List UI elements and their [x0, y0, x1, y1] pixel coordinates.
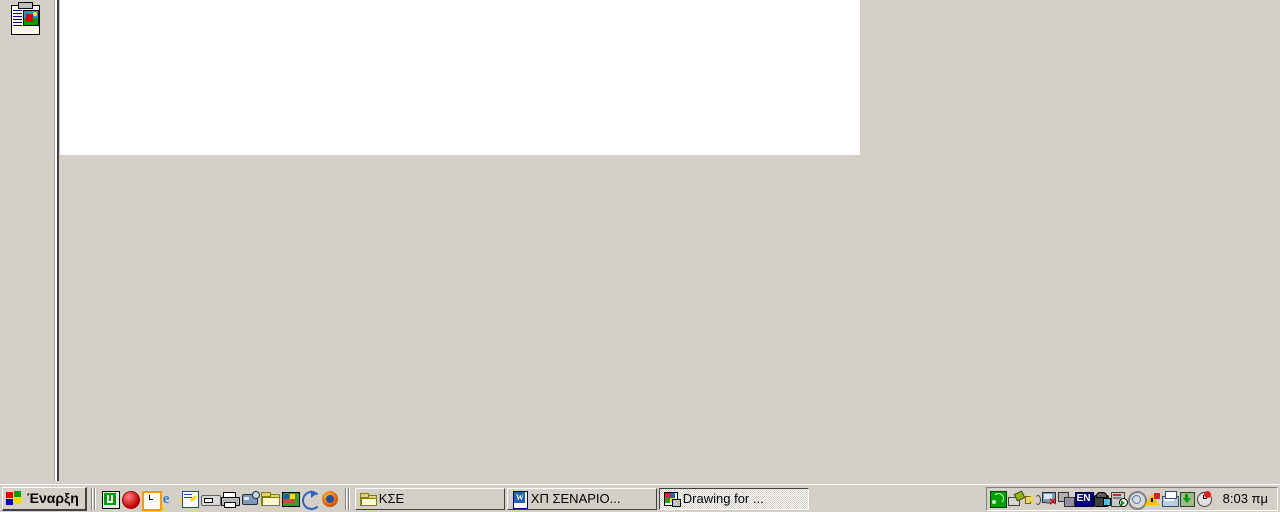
word-document-icon: W — [512, 490, 528, 509]
task-button-folder[interactable]: ΚΣΕ — [354, 487, 505, 510]
tray-volume-speaker-icon[interactable] — [1024, 491, 1041, 507]
taskbar: Έναρξη e ΚΣΕ W ΧΠ ΣΕΝΑΡΙΟ... Drawing for… — [0, 484, 1280, 512]
task-button-word[interactable]: W ΧΠ ΣΕΝΑΡΙΟ... — [506, 487, 657, 510]
desktop-icon-clipboard[interactable] — [10, 2, 44, 36]
clipboard-image-icon — [10, 2, 40, 35]
tray-network-cable-icon[interactable] — [1007, 489, 1025, 507]
tray-download-arrow-icon[interactable] — [1179, 491, 1195, 507]
tray-fax-modem-icon[interactable] — [1093, 491, 1111, 507]
quick-launch-paint-desktop-icon[interactable] — [281, 490, 300, 508]
quick-launch-internet-explorer-icon[interactable]: e — [159, 490, 184, 511]
quick-launch-clock-icon[interactable] — [141, 490, 162, 511]
tray-network-connection-icon[interactable] — [1057, 491, 1075, 507]
quick-launch-network-drive-icon[interactable] — [241, 490, 260, 508]
quick-launch-sync-refresh-icon[interactable] — [301, 489, 321, 510]
quick-launch-notepad-edit-icon[interactable] — [181, 490, 199, 508]
quick-launch-red-sphere-icon[interactable] — [121, 490, 140, 509]
start-button-label: Έναρξη — [27, 490, 79, 506]
screen: Έναρξη e ΚΣΕ W ΧΠ ΣΕΝΑΡΙΟ... Drawing for… — [0, 0, 1280, 512]
quick-launch-firefox-icon[interactable] — [321, 490, 339, 508]
tray-monitor-disconnected-icon[interactable]: ✕ — [1041, 491, 1057, 507]
taskbar-clock[interactable]: 8:03 πμ — [1213, 491, 1274, 506]
task-button-list: ΚΣΕ W ΧΠ ΣΕΝΑΡΙΟ... Drawing for ... — [354, 487, 809, 511]
windows-flag-icon — [6, 490, 23, 506]
start-button[interactable]: Έναρξη — [2, 486, 87, 511]
tray-scanner-icon[interactable] — [1161, 490, 1179, 507]
tray-antivirus-shield-icon[interactable] — [1127, 490, 1147, 510]
quick-launch-mu-editor-icon[interactable] — [101, 490, 120, 509]
task-button-word-label: ΧΠ ΣΕΝΑΡΙΟ... — [530, 491, 621, 506]
quick-launch-printer-icon[interactable] — [220, 490, 240, 508]
quick-launch-toolbar: e — [99, 487, 341, 511]
quick-launch-floppy-media-icon[interactable] — [200, 490, 221, 508]
document-canvas[interactable] — [60, 0, 860, 155]
task-buttons-grip[interactable] — [344, 487, 350, 510]
quick-launch-open-folder-icon[interactable] — [260, 490, 280, 508]
tray-media-player-icon[interactable] — [1110, 491, 1128, 507]
drawing-app-icon — [663, 491, 681, 507]
tray-warning-triangle-icon[interactable] — [1144, 491, 1161, 507]
task-button-drawing[interactable]: Drawing for ... — [658, 487, 809, 510]
task-button-folder-label: ΚΣΕ — [378, 491, 405, 506]
desktop[interactable] — [0, 0, 1280, 484]
task-button-drawing-label: Drawing for ... — [682, 491, 764, 506]
tray-alarm-clock-icon[interactable] — [1196, 490, 1212, 507]
tray-wireless-signal-icon[interactable] — [989, 490, 1007, 508]
folder-icon — [359, 491, 377, 507]
tray-keyboard-language-icon[interactable]: EN — [1074, 491, 1094, 507]
tray-language-label: EN — [1076, 492, 1091, 504]
quick-launch-grip[interactable] — [90, 487, 96, 510]
system-tray: ✕ EN 8:03 πμ — [985, 486, 1278, 511]
